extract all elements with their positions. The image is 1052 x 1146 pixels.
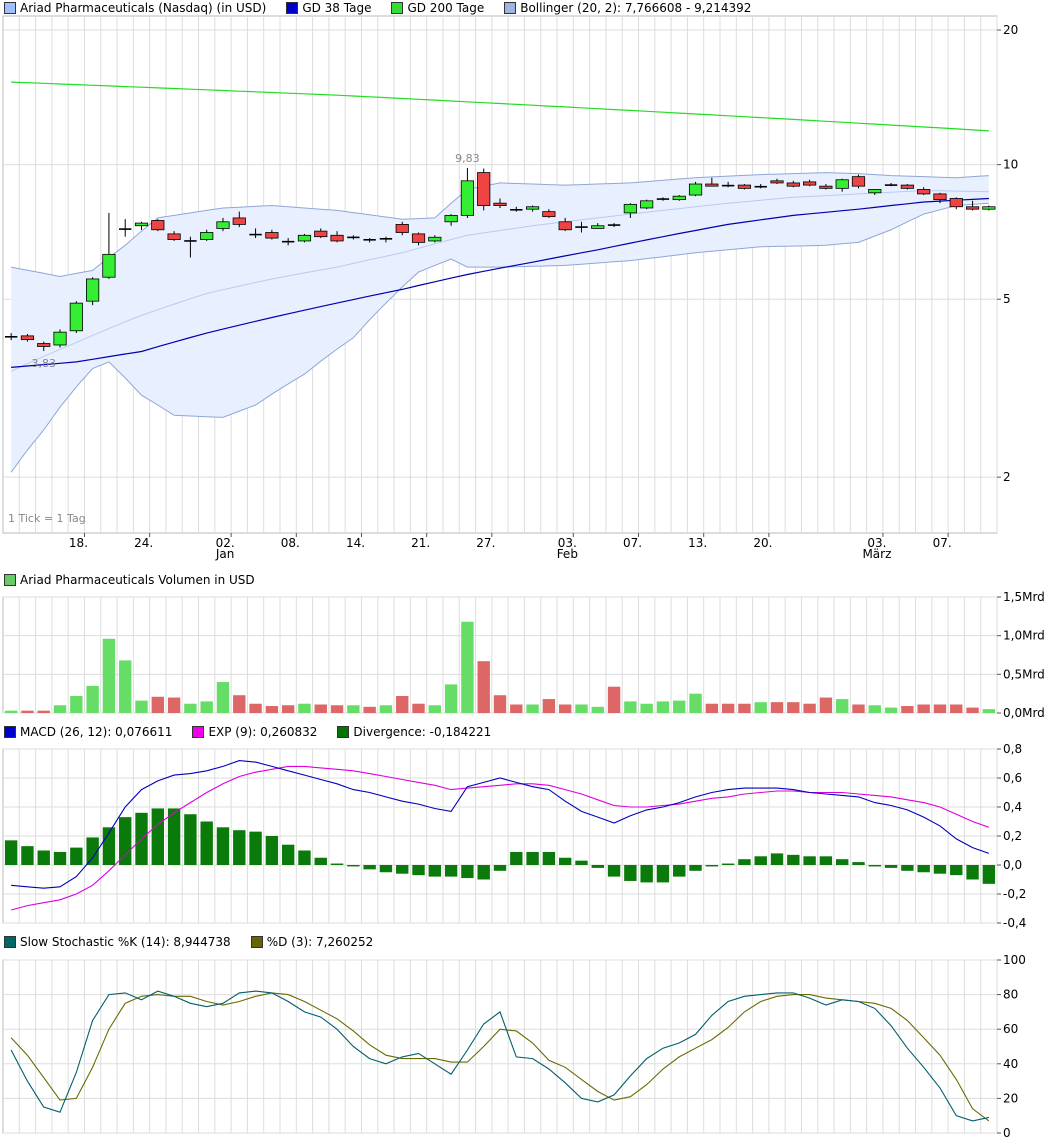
stochastic-chart: 100 80 60 40 20 0 [0,0,1052,1146]
y-tick-label: 40 [1003,1057,1018,1071]
y-tick-label: 0 [1003,1126,1011,1140]
plot-frame [3,960,997,1133]
y-tick-label: 20 [1003,1091,1018,1105]
y-tick-label: 80 [1003,988,1018,1002]
y-tick-label: 60 [1003,1022,1018,1036]
y-tick-label: 100 [1003,953,1026,967]
